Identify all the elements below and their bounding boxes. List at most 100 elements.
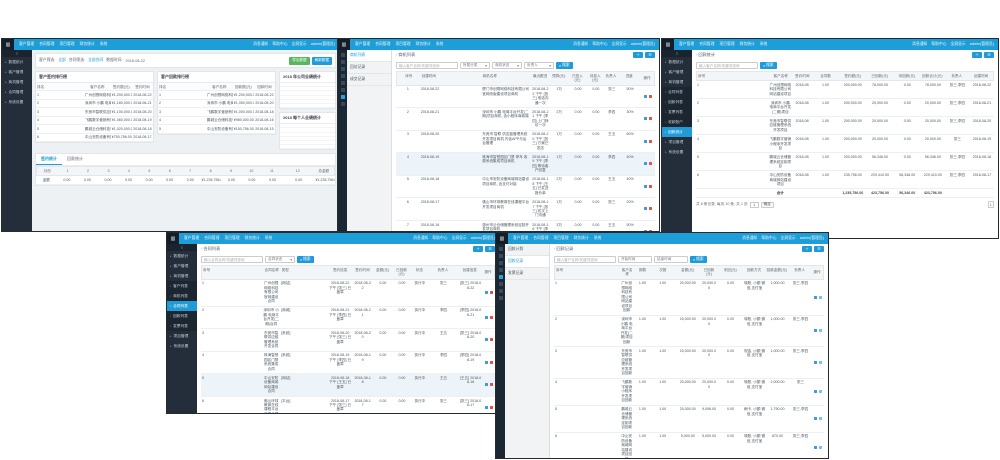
module-icon[interactable] (341, 53, 345, 57)
delete-icon[interactable] (490, 406, 493, 409)
tab[interactable]: 回款统计 (62, 154, 88, 165)
topbar-menu-item[interactable]: 全屏显示 (951, 42, 966, 47)
topbar-menu-item[interactable]: 帮助中心 (592, 42, 607, 47)
submenu-item[interactable]: 商机列表 (347, 50, 391, 62)
page-go-button[interactable]: 确定 (761, 202, 774, 208)
edit-icon[interactable] (485, 406, 488, 409)
search-input[interactable] (554, 256, 616, 263)
topbar-menu-item[interactable]: 消息通知 (253, 42, 268, 47)
topbar-menu-item[interactable]: 合同管理 (204, 236, 219, 241)
sidebar-item[interactable]: ▸系统设置 (2, 97, 32, 107)
topbar-menu-item[interactable]: 帮助中心 (432, 236, 447, 241)
module-icon[interactable] (499, 289, 503, 293)
search-button[interactable]: ⌕搜索 (556, 62, 573, 69)
topbar-menu-item[interactable]: 财务统计 (80, 42, 95, 47)
topbar-menu-item[interactable]: 合同管理 (699, 42, 714, 47)
delete-icon[interactable] (649, 230, 652, 231)
view-icon[interactable] (644, 230, 647, 231)
add-button[interactable]: ＋ (802, 246, 812, 253)
delete-icon[interactable] (490, 291, 493, 294)
delete-icon[interactable] (649, 185, 652, 188)
sidebar-item[interactable]: ▪收款账户 (662, 117, 692, 127)
submenu-item[interactable]: 发票记录 (505, 268, 549, 280)
topbar-menu-item[interactable]: 消息通知 (742, 236, 757, 241)
delete-icon[interactable] (490, 338, 493, 341)
topbar-menu-item[interactable]: 客户管理 (19, 42, 34, 47)
edit-icon[interactable] (485, 291, 488, 294)
edit-icon[interactable] (814, 417, 817, 420)
module-icon[interactable] (341, 67, 345, 71)
module-icon[interactable] (499, 282, 503, 286)
module-icon[interactable] (341, 88, 345, 92)
sidebar-item[interactable]: ▪客户列表 (167, 281, 197, 291)
topbar-menu-item[interactable]: admin(管理员) (311, 42, 335, 47)
submenu-item[interactable]: 回款记录 (505, 256, 549, 268)
page-1-button[interactable]: 1 (988, 201, 995, 208)
topbar-menu-item[interactable]: 系统 (594, 236, 602, 241)
topbar-menu-item[interactable]: admin(管理员) (970, 42, 994, 47)
topbar-menu-item[interactable]: 帮助中心 (931, 42, 946, 47)
edit-icon[interactable] (485, 338, 488, 341)
list-view-button[interactable]: ☰ (984, 52, 994, 59)
search-input[interactable] (396, 62, 458, 69)
filter-link[interactable]: 全部 (58, 58, 66, 63)
topbar-menu-item[interactable]: 项目管理 (224, 236, 239, 241)
topbar-menu-item[interactable]: 全屏显示 (292, 42, 307, 47)
sidebar-item[interactable]: ▸数据统计 (2, 57, 32, 67)
search-input[interactable] (201, 256, 263, 263)
sidebar-item[interactable]: ▸项目管理 (167, 331, 197, 341)
topbar-menu-item[interactable]: 项目管理 (553, 236, 568, 241)
search-button[interactable]: ⌕搜索 (297, 256, 314, 263)
module-icon[interactable] (341, 81, 345, 85)
topbar-menu-item[interactable]: admin(管理员) (471, 236, 495, 241)
sidebar-toggle[interactable]: ≡ (167, 244, 197, 251)
topbar-menu-item[interactable]: 全屏显示 (612, 42, 627, 47)
delete-icon[interactable] (490, 361, 493, 364)
topbar-menu-item[interactable]: 项目管理 (719, 42, 734, 47)
delete-icon[interactable] (649, 140, 652, 143)
sidebar-item[interactable]: ▸商机管理 (662, 77, 692, 87)
detail-icon[interactable] (819, 417, 822, 420)
search-input[interactable] (696, 62, 758, 69)
date-to-input[interactable]: 结束时间 (654, 256, 688, 263)
delete-icon[interactable] (490, 383, 493, 386)
topbar-menu-item[interactable]: 系统 (100, 42, 108, 47)
edit-icon[interactable] (485, 361, 488, 364)
sidebar-item[interactable]: ▪发票列表 (662, 107, 692, 117)
topbar-menu-item[interactable]: 合同管理 (39, 42, 54, 47)
edit-icon[interactable] (814, 390, 817, 393)
topbar-menu-item[interactable]: 系统 (436, 42, 444, 47)
topbar-menu-item[interactable]: 系统 (265, 236, 273, 241)
add-button[interactable]: ＋ (473, 246, 483, 253)
topbar-menu-item[interactable]: 客户管理 (513, 236, 528, 241)
edit-icon[interactable] (814, 296, 817, 299)
submenu-item[interactable]: 回访记录 (347, 62, 391, 74)
topbar-menu-item[interactable]: 系统 (760, 42, 768, 47)
sidebar-item[interactable]: ▪回款统计 (662, 127, 692, 137)
search-button[interactable]: ⌕搜索 (690, 256, 707, 263)
topbar-menu-item[interactable]: 合同管理 (533, 236, 548, 241)
filter-select[interactable]: 负责人▾ (524, 62, 554, 69)
submenu-item[interactable]: 回款计划 (505, 244, 549, 256)
search-button[interactable]: ⌕搜索 (760, 62, 777, 69)
sidebar-item[interactable]: ▪合同列表 (662, 87, 692, 97)
sidebar-item[interactable]: ▸商机管理 (167, 271, 197, 281)
topbar-menu-item[interactable]: 帮助中心 (761, 236, 776, 241)
sidebar-item[interactable]: ▪商机列表 (167, 291, 197, 301)
delete-icon[interactable] (649, 207, 652, 210)
refresh-button[interactable]: 刷新数据 (312, 57, 332, 65)
topbar-menu-item[interactable]: 合同管理 (375, 42, 390, 47)
sidebar-item[interactable]: ▸商机管理 (2, 77, 32, 87)
detail-icon[interactable] (819, 390, 822, 393)
detail-icon[interactable] (819, 329, 822, 332)
sidebar-toggle[interactable]: ≡ (2, 50, 32, 57)
sidebar-item[interactable]: ▪发票列表 (167, 321, 197, 331)
module-icon[interactable] (499, 254, 503, 258)
module-icon[interactable] (499, 261, 503, 265)
filter-link[interactable]: 全部合同 (88, 58, 103, 63)
page-jump-input[interactable] (750, 202, 759, 208)
topbar-menu-item[interactable]: admin(管理员) (800, 236, 824, 241)
filter-select[interactable]: 合同状态▾ (265, 256, 295, 263)
add-button[interactable]: ＋ (633, 52, 643, 59)
view-icon[interactable] (644, 207, 647, 210)
